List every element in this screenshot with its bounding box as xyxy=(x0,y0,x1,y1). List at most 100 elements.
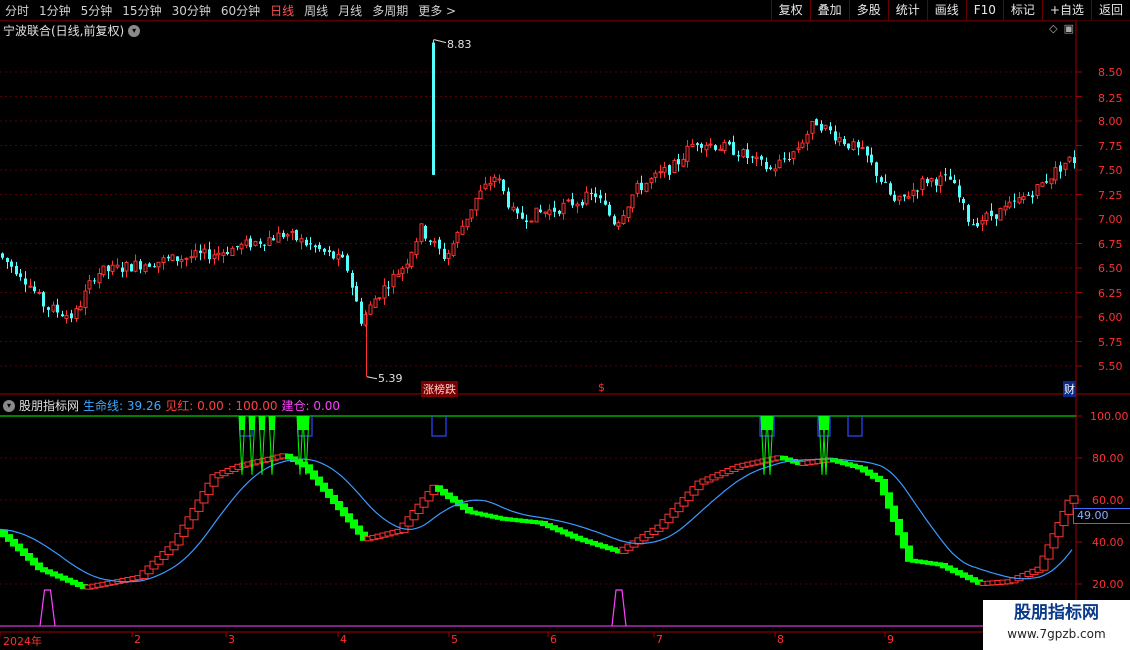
candle-body-down xyxy=(765,162,768,170)
candle-body-down xyxy=(314,245,317,248)
price-tick: 7.00 xyxy=(1098,213,1123,226)
candle-body-down xyxy=(153,266,156,268)
candle-body-down xyxy=(355,286,358,302)
price-tick: 5.50 xyxy=(1098,360,1123,373)
panel-toggle-icon[interactable]: ▣ xyxy=(1064,22,1074,35)
candle-body-down xyxy=(19,273,22,277)
candle-body-down xyxy=(953,179,956,184)
candle-body-down xyxy=(1,253,4,258)
candle-body-up xyxy=(1003,205,1008,211)
candle-body-up xyxy=(230,247,235,256)
candle-body-down xyxy=(746,149,749,159)
candle-body-up xyxy=(409,251,414,267)
candle-body-down xyxy=(507,191,510,208)
date-label: 2024年 xyxy=(3,635,42,648)
candle-body-up xyxy=(773,168,778,172)
date-label: 9 xyxy=(887,633,894,646)
candle-body-up xyxy=(543,211,548,214)
candle-body-up xyxy=(451,243,456,256)
indicator-tick: 40.00 xyxy=(1092,536,1124,549)
candle-body-down xyxy=(328,250,331,253)
dividend-marker[interactable]: $ xyxy=(598,381,605,394)
candle-body-down xyxy=(976,222,979,227)
candle-body-up xyxy=(529,220,534,223)
candle-body-down xyxy=(916,190,919,192)
date-label: 8 xyxy=(777,633,784,646)
candle-body-up xyxy=(1007,201,1012,208)
candle-body-up xyxy=(998,207,1003,221)
high-price-label: 8.83 xyxy=(447,38,472,51)
signal-block xyxy=(761,416,767,430)
candle-body-down xyxy=(341,254,344,258)
candle-body-down xyxy=(866,146,869,156)
candle-body-up xyxy=(396,273,401,278)
candle-body-up xyxy=(64,315,69,319)
diamond-icon[interactable]: ◇ xyxy=(1049,22,1057,35)
candle-body-down xyxy=(424,225,427,239)
candle-body-down xyxy=(208,249,211,260)
candle-body-down xyxy=(843,138,846,145)
candle-body-up xyxy=(690,143,695,147)
candle-body-up xyxy=(754,156,759,159)
rank-badge[interactable]: 涨榜跌 xyxy=(421,381,458,397)
candle-body-down xyxy=(305,239,308,246)
chart-canvas[interactable] xyxy=(0,0,1130,650)
candle-body-down xyxy=(226,251,229,255)
date-label: 3 xyxy=(228,633,235,646)
candle-body-up xyxy=(432,241,437,244)
candle-body-down xyxy=(167,256,170,259)
candle-body-up xyxy=(561,202,566,215)
candle-body-down xyxy=(282,232,285,238)
candle-body-up xyxy=(681,158,686,167)
signal-block xyxy=(297,416,303,430)
candle-body-up xyxy=(547,209,552,215)
candle-body-up xyxy=(184,257,189,260)
finance-marker[interactable]: 财 xyxy=(1063,381,1076,397)
stair-step-up xyxy=(1069,495,1079,504)
candle-body-up xyxy=(212,254,217,259)
candle-body-up xyxy=(644,182,649,192)
candle-body-down xyxy=(56,304,59,313)
candle-body-down xyxy=(884,181,887,183)
candle-body-up xyxy=(635,182,640,194)
candle-body-up xyxy=(1053,167,1058,181)
price-tick: 7.25 xyxy=(1098,189,1123,202)
indicator-stair-series xyxy=(0,453,1079,590)
candle-body-down xyxy=(668,165,671,175)
candle-body-down xyxy=(121,267,124,272)
chevron-down-icon[interactable]: ▾ xyxy=(3,399,15,412)
candle-body-up xyxy=(722,141,727,152)
candle-body-up xyxy=(511,206,516,211)
signal-box xyxy=(847,416,863,437)
candle-body-up xyxy=(911,189,916,197)
candle-body-down xyxy=(443,248,446,260)
candle-body-down xyxy=(949,176,952,180)
candle-body-up xyxy=(239,243,244,250)
candle-body-up xyxy=(626,206,631,219)
candle-body-up xyxy=(368,304,373,315)
candle-body-up xyxy=(575,203,580,207)
candle-body-up xyxy=(1021,196,1026,200)
price-tick: 6.50 xyxy=(1098,262,1123,275)
site-watermark: 股朋指标网 www.7gpzb.com xyxy=(983,600,1130,650)
candle-body-down xyxy=(944,174,947,176)
candle-body-down xyxy=(880,177,883,182)
candle-body-up xyxy=(391,273,396,288)
chevron-down-icon[interactable]: ▾ xyxy=(128,24,141,37)
candle-body-up xyxy=(156,261,161,268)
candle-body-up xyxy=(216,252,221,256)
candle-body-down xyxy=(351,273,354,288)
candle-body-up xyxy=(984,212,989,221)
price-tick: 8.50 xyxy=(1098,66,1123,79)
signal-box xyxy=(431,416,447,437)
stock-title: 宁波联合(日线,前复权) xyxy=(3,24,125,38)
candle-body-up xyxy=(1035,184,1040,196)
candle-body-up xyxy=(800,142,805,148)
candle-body-down xyxy=(130,264,133,272)
indicator-title: ▾ 股朋指标网 生命线: 39.26 见红: 0.00 : 100.00 建仓:… xyxy=(3,397,340,414)
candle-body-up xyxy=(133,260,138,272)
jiancang-pulse xyxy=(39,589,56,627)
candle-body-down xyxy=(640,182,643,191)
candle-body-up xyxy=(179,259,184,262)
candle-body-down xyxy=(1045,181,1048,183)
